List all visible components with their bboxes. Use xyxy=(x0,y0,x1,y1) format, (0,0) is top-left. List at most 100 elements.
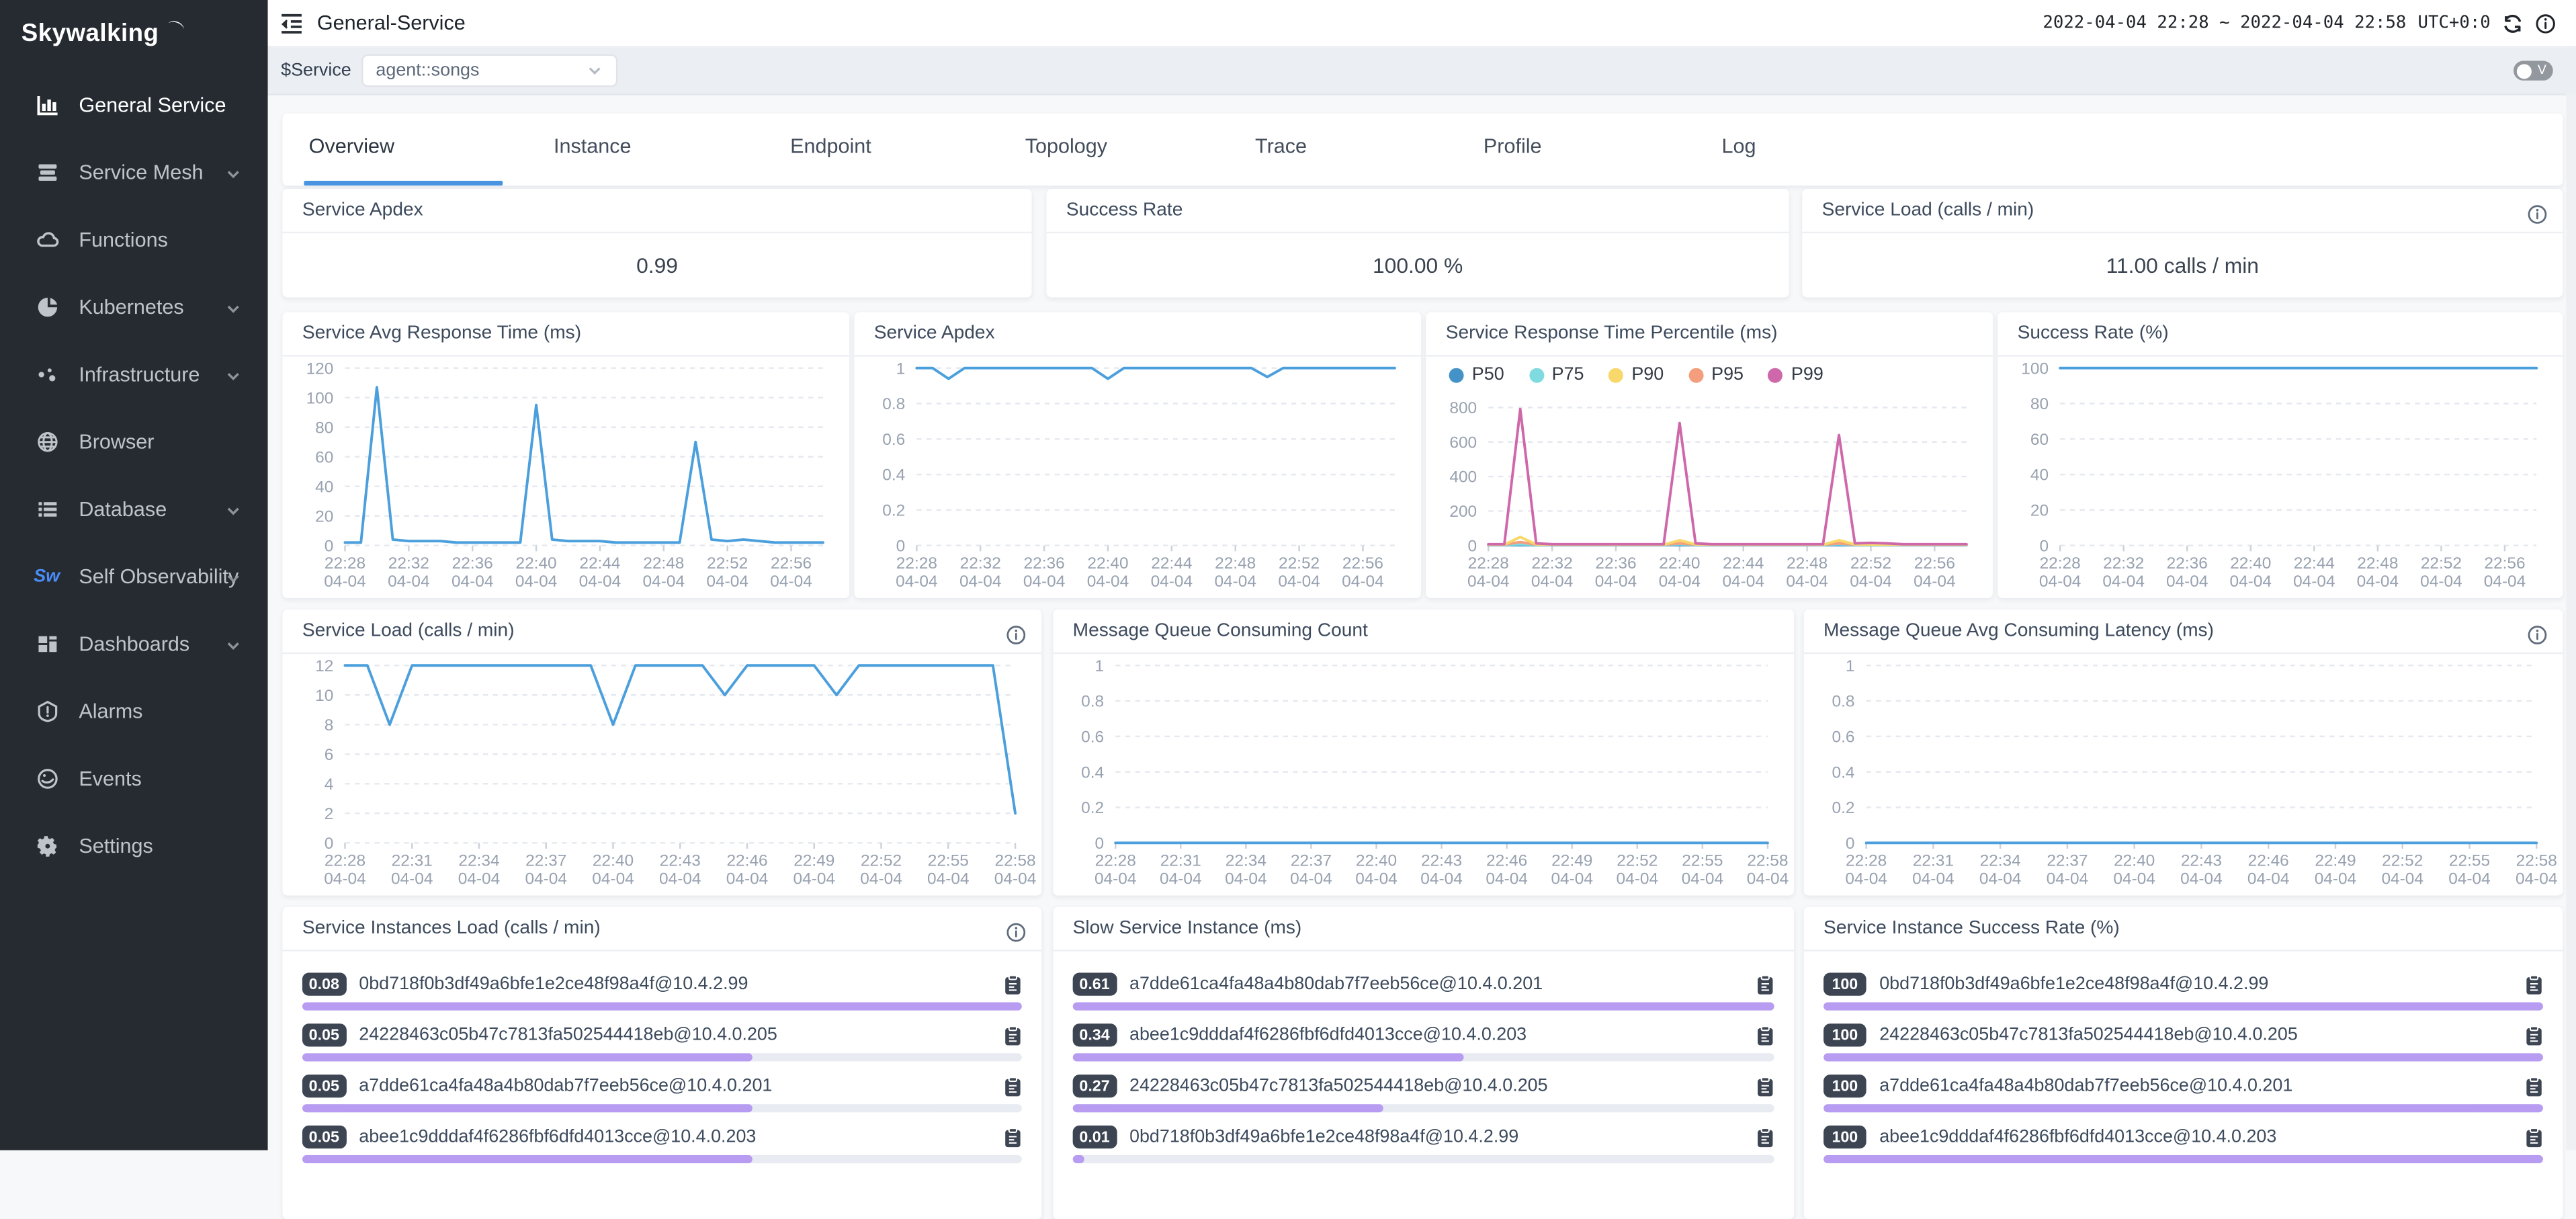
timezone[interactable]: UTC+0:0 xyxy=(2418,13,2491,33)
svg-text:04-04: 04-04 xyxy=(1214,573,1256,591)
instance-row: 1000bd718f0b3df49a6bfe1e2ce48f98a4f@10.4… xyxy=(1823,971,2543,1011)
line-chart-service-apdex[interactable]: 00.20.40.60.8122:2804-0422:3204-0422:360… xyxy=(857,355,1418,595)
chart-legend: P50 P75 P90 P95 P99 xyxy=(1449,365,1823,384)
instance-name[interactable]: abee1c9dddaf4f6286fbf6dfd4013cce@10.4.0.… xyxy=(1129,1025,1743,1045)
line-chart-mq-consuming-count[interactable]: 00.20.40.60.8122:2804-0422:3104-0422:340… xyxy=(1056,653,1791,892)
instance-row: 0.34 abee1c9dddaf4f6286fbf6dfd4013cce@10.… xyxy=(1073,1022,1774,1062)
line-chart-avg-response-time[interactable]: 02040608010012022:2804-0422:3204-0422:36… xyxy=(286,355,846,595)
refresh-icon[interactable] xyxy=(2502,12,2524,34)
sidebar-item-general-service[interactable]: General Service xyxy=(0,71,268,138)
clipboard-icon[interactable] xyxy=(2525,1126,2543,1148)
svg-text:22:58: 22:58 xyxy=(994,852,1035,870)
legend-item-p75[interactable]: P75 xyxy=(1529,365,1584,384)
instance-name[interactable]: abee1c9dddaf4f6286fbf6dfd4013cce@10.4.0.… xyxy=(1879,1127,2511,1146)
instance-value-badge: 100 xyxy=(1823,1075,1866,1097)
legend-item-p90[interactable]: P90 xyxy=(1608,365,1664,384)
svg-text:04-04: 04-04 xyxy=(2230,573,2272,591)
legend-item-p95[interactable]: P95 xyxy=(1688,365,1744,384)
svg-text:04-04: 04-04 xyxy=(515,573,558,591)
tab-instance[interactable]: Instance xyxy=(554,114,632,181)
time-range[interactable]: 2022-04-04 22:28 ~ 2022-04-04 22:58 xyxy=(2043,13,2406,33)
tab-trace[interactable]: Trace xyxy=(1255,114,1307,181)
view-toggle[interactable]: V xyxy=(2514,60,2553,80)
tab-topology[interactable]: Topology xyxy=(1025,114,1107,181)
line-chart-mq-avg-latency[interactable]: 00.20.40.60.8122:2804-0422:3104-0422:340… xyxy=(1807,653,2560,892)
metric-card-title: Success Rate xyxy=(1047,189,1789,233)
svg-text:22:43: 22:43 xyxy=(2181,852,2222,870)
instance-name[interactable]: a7dde61ca4fa48a4b80dab7f7eeb56ce@10.4.0.… xyxy=(1879,1077,2511,1096)
sidebar-item-browser[interactable]: Browser xyxy=(0,407,268,474)
instance-bar-track xyxy=(1823,1003,2543,1011)
scrollbar[interactable] xyxy=(2566,93,2576,1150)
instance-name[interactable]: a7dde61ca4fa48a4b80dab7f7eeb56ce@10.4.0.… xyxy=(1129,974,1743,994)
sidebar-item-settings[interactable]: Settings xyxy=(0,812,268,879)
sidebar-item-self-observability[interactable]: SwSelf Observability xyxy=(0,542,268,610)
collapse-sidebar-icon[interactable] xyxy=(280,11,306,34)
instance-value-badge: 0.34 xyxy=(1073,1023,1117,1046)
sidebar-item-events[interactable]: Events xyxy=(0,745,268,812)
clipboard-icon[interactable] xyxy=(1756,1075,1774,1097)
sidebar-item-alarms[interactable]: Alarms xyxy=(0,677,268,744)
svg-text:04-04: 04-04 xyxy=(579,573,621,591)
sidebar-item-label: Dashboards xyxy=(79,632,189,655)
instance-name[interactable]: 24228463c05b47c7813fa502544418eb@10.4.0.… xyxy=(1129,1077,1743,1096)
clipboard-icon[interactable] xyxy=(1004,1075,1022,1097)
instance-name[interactable]: 0bd718f0b3df49a6bfe1e2ce48f98a4f@10.4.2.… xyxy=(1879,974,2511,994)
instance-name[interactable]: 0bd718f0b3df49a6bfe1e2ce48f98a4f@10.4.2.… xyxy=(1129,1127,1743,1146)
svg-text:22:28: 22:28 xyxy=(2040,554,2081,573)
info-icon[interactable] xyxy=(2535,12,2557,34)
sidebar-item-kubernetes[interactable]: Kubernetes xyxy=(0,273,268,340)
tab-endpoint[interactable]: Endpoint xyxy=(790,114,871,181)
instance-name[interactable]: a7dde61ca4fa48a4b80dab7f7eeb56ce@10.4.0.… xyxy=(359,1077,990,1096)
clipboard-icon[interactable] xyxy=(2525,974,2543,995)
sidebar-item-service-mesh[interactable]: Service Mesh xyxy=(0,138,268,205)
svg-text:04-04: 04-04 xyxy=(1659,573,1701,591)
svg-text:8: 8 xyxy=(325,716,334,734)
svg-text:04-04: 04-04 xyxy=(1087,573,1129,591)
svg-text:04-04: 04-04 xyxy=(793,870,836,888)
instance-name[interactable]: 24228463c05b47c7813fa502544418eb@10.4.0.… xyxy=(359,1025,990,1045)
instance-name[interactable]: 0bd718f0b3df49a6bfe1e2ce48f98a4f@10.4.2.… xyxy=(359,974,990,994)
sidebar-item-infrastructure[interactable]: Infrastructure xyxy=(0,340,268,407)
tab-log[interactable]: Log xyxy=(1721,114,1756,181)
line-chart-percentile[interactable]: 020040060080022:2804-0422:3204-0422:3604… xyxy=(1429,394,1989,595)
clipboard-icon[interactable] xyxy=(2525,1075,2543,1097)
sidebar-item-database[interactable]: Database xyxy=(0,475,268,542)
instance-name[interactable]: 24228463c05b47c7813fa502544418eb@10.4.0.… xyxy=(1879,1025,2511,1045)
clipboard-icon[interactable] xyxy=(1004,974,1022,995)
clipboard-icon[interactable] xyxy=(1004,1126,1022,1148)
tab-profile[interactable]: Profile xyxy=(1484,114,1542,181)
info-icon[interactable] xyxy=(1005,917,1027,938)
clipboard-icon[interactable] xyxy=(1756,1025,1774,1046)
svg-text:04-04: 04-04 xyxy=(2293,573,2335,591)
clipboard-icon[interactable] xyxy=(1756,974,1774,995)
sidebar-item-dashboards[interactable]: Dashboards xyxy=(0,610,268,677)
svg-text:22:52: 22:52 xyxy=(707,554,748,573)
svg-text:04-04: 04-04 xyxy=(2516,870,2558,888)
legend-item-p99[interactable]: P99 xyxy=(1768,365,1823,384)
sidebar-item-functions[interactable]: Functions xyxy=(0,206,268,273)
clipboard-icon[interactable] xyxy=(1756,1126,1774,1148)
svg-text:22:40: 22:40 xyxy=(516,554,557,573)
app-logo[interactable]: Skywalking xyxy=(0,0,268,58)
info-icon[interactable] xyxy=(2527,199,2548,220)
service-select[interactable]: agent::songs xyxy=(361,54,617,87)
info-icon[interactable] xyxy=(1005,620,1027,641)
svg-text:0.4: 0.4 xyxy=(882,466,905,485)
chart-icon xyxy=(34,92,59,117)
svg-text:04-04: 04-04 xyxy=(2315,870,2357,888)
active-tab-underline xyxy=(304,181,503,185)
svg-text:04-04: 04-04 xyxy=(2484,573,2526,591)
line-chart-success-rate[interactable]: 02040608010022:2804-0422:3204-0422:3604-… xyxy=(2001,355,2559,595)
info-icon[interactable] xyxy=(2527,620,2548,641)
svg-text:04-04: 04-04 xyxy=(896,573,938,591)
clipboard-icon[interactable] xyxy=(2525,1025,2543,1046)
list-card-instance-success-rate: Service Instance Success Rate (%) 1000bd… xyxy=(1804,907,2563,1219)
legend-item-p50[interactable]: P50 xyxy=(1449,365,1504,384)
instance-name[interactable]: abee1c9dddaf4f6286fbf6dfd4013cce@10.4.0.… xyxy=(359,1127,990,1146)
chart-title: Message Queue Consuming Count xyxy=(1053,610,1794,654)
tab-overview[interactable]: Overview xyxy=(309,114,394,181)
line-chart-service-load[interactable]: 02468101222:2804-0422:3104-0422:3404-042… xyxy=(286,653,1038,892)
instance-row: 10024228463c05b47c7813fa502544418eb@10.4… xyxy=(1823,1022,2543,1062)
clipboard-icon[interactable] xyxy=(1004,1025,1022,1046)
